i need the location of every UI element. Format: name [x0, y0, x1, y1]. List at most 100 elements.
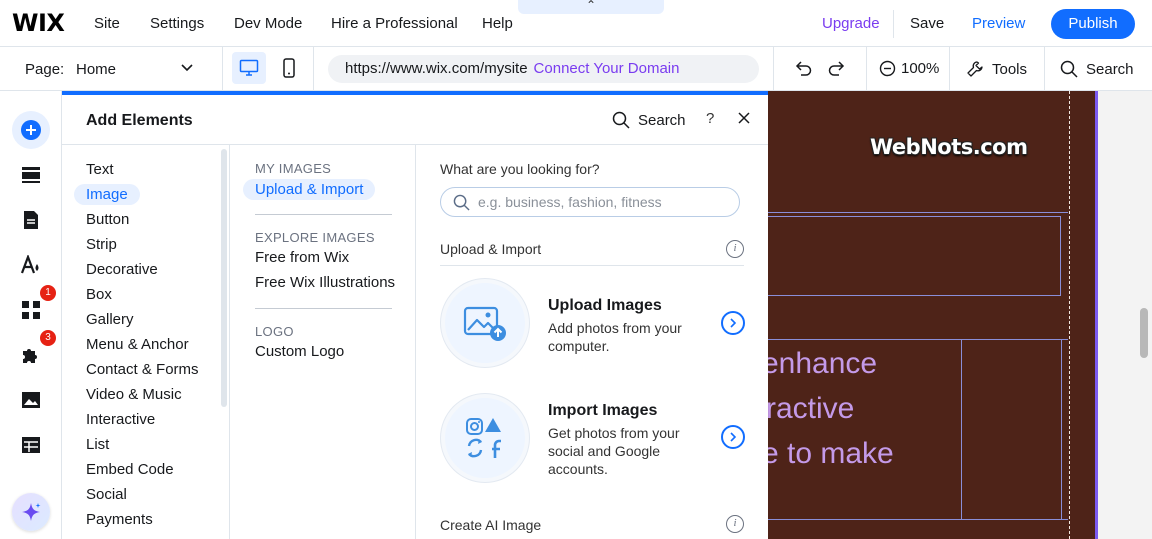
free-wix-illustrations-item[interactable]: Free Wix Illustrations: [255, 274, 395, 291]
table-icon: [22, 437, 40, 453]
image-search-field[interactable]: [440, 187, 740, 217]
menu-dev-mode[interactable]: Dev Mode: [234, 15, 302, 32]
tools-button[interactable]: Tools: [966, 60, 1027, 78]
chevron-right-icon: [730, 432, 737, 442]
import-images-thumbnail[interactable]: [441, 394, 529, 482]
preview-button[interactable]: Preview: [972, 15, 1025, 32]
canvas-text-line[interactable]: e to make: [768, 437, 894, 471]
help-button[interactable]: ?: [706, 110, 714, 127]
upgrade-link[interactable]: Upgrade: [822, 15, 880, 32]
divider: [866, 47, 867, 91]
chevron-right-icon: [730, 318, 737, 328]
tools-label: Tools: [992, 60, 1028, 78]
wix-logo[interactable]: WIX: [12, 9, 65, 37]
category-strip[interactable]: Strip: [86, 236, 117, 253]
canvas-text-line[interactable]: enhance: [768, 347, 877, 381]
category-social[interactable]: Social: [86, 486, 127, 503]
info-icon[interactable]: i: [726, 515, 744, 533]
category-gallery[interactable]: Gallery: [86, 311, 134, 328]
page-scroll-area: [1100, 91, 1152, 539]
menu-help[interactable]: Help: [482, 15, 513, 32]
divider: [255, 214, 392, 215]
upload-images-arrow-button[interactable]: [721, 311, 745, 335]
zoom-level: 100%: [901, 60, 940, 77]
undo-icon[interactable]: [793, 58, 813, 78]
divider: [1044, 47, 1045, 91]
section-outline: [768, 519, 1068, 520]
info-icon[interactable]: i: [726, 240, 744, 258]
category-decorative[interactable]: Decorative: [86, 261, 158, 278]
notification-badge: 3: [40, 330, 56, 346]
canvas-text-line[interactable]: ractive: [768, 392, 854, 426]
grid-guide-line: [1069, 91, 1070, 539]
logo-heading: LOGO: [255, 324, 294, 339]
category-embed-code[interactable]: Embed Code: [86, 461, 174, 478]
image-search-input[interactable]: [478, 194, 718, 210]
custom-logo-item[interactable]: Custom Logo: [255, 343, 344, 360]
site-url-bar[interactable]: https://www.wix.com/mysite Connect Your D…: [328, 55, 759, 83]
redo-icon[interactable]: [827, 58, 847, 78]
element-outline[interactable]: [768, 216, 1061, 296]
category-video-music[interactable]: Video & Music: [86, 386, 182, 403]
category-image[interactable]: Image: [74, 184, 140, 205]
category-payments[interactable]: Payments: [86, 511, 153, 528]
import-images-title[interactable]: Import Images: [548, 402, 657, 420]
save-button[interactable]: Save: [910, 15, 944, 32]
explore-images-heading: EXPLORE IMAGES: [255, 230, 375, 245]
chevron-up-icon: ⌃: [585, 0, 597, 12]
upload-images-thumbnail[interactable]: [441, 279, 529, 367]
menu-settings[interactable]: Settings: [150, 15, 204, 32]
search-button[interactable]: Search: [1060, 60, 1134, 78]
connect-domain-link[interactable]: Connect Your Domain: [534, 60, 680, 77]
upload-image-icon: [463, 306, 506, 341]
search-icon: [453, 194, 470, 211]
upload-import-item[interactable]: Upload & Import: [243, 179, 376, 200]
page-selector[interactable]: Home: [76, 61, 116, 78]
ai-assistant-button[interactable]: [12, 493, 50, 531]
column-outline: [1061, 339, 1062, 519]
upload-images-title[interactable]: Upload Images: [548, 297, 662, 315]
category-text[interactable]: Text: [86, 161, 114, 178]
panel-search-button[interactable]: Search: [612, 111, 686, 129]
zoom-out-icon[interactable]: [879, 60, 896, 77]
pages-menu-button[interactable]: [12, 201, 50, 239]
divider: [255, 308, 392, 309]
menu-hire-professional[interactable]: Hire a Professional: [331, 15, 458, 32]
import-images-arrow-button[interactable]: [721, 425, 745, 449]
media-button[interactable]: [12, 381, 50, 419]
left-toolbar: 1 3: [0, 91, 62, 539]
collapse-toolbar-handle[interactable]: ⌃: [518, 0, 664, 14]
cms-button[interactable]: [12, 426, 50, 464]
puzzle-icon: [23, 349, 37, 363]
category-menu-anchor[interactable]: Menu & Anchor: [86, 336, 189, 353]
publish-button[interactable]: Publish: [1051, 9, 1135, 39]
section-outline: [768, 212, 1068, 213]
category-scrollbar[interactable]: [221, 149, 227, 407]
close-icon[interactable]: [738, 112, 750, 124]
page-scrollbar-thumb[interactable]: [1140, 308, 1148, 358]
mobile-icon: [283, 58, 295, 78]
site-design-button[interactable]: [12, 246, 50, 284]
subcategory-list: MY IMAGES Upload & Import EXPLORE IMAGES…: [230, 145, 416, 539]
category-interactive[interactable]: Interactive: [86, 411, 155, 428]
watermark-logo: WebNots.com: [870, 135, 1028, 159]
mobile-view-button[interactable]: [276, 52, 302, 84]
zoom-control[interactable]: 100%: [879, 60, 939, 77]
site-canvas[interactable]: WebNots.com enhance ractive e to make: [768, 91, 1098, 539]
category-button[interactable]: Button: [86, 211, 129, 228]
menu-site[interactable]: Site: [94, 15, 120, 32]
desktop-view-button[interactable]: [232, 52, 266, 84]
chevron-down-icon[interactable]: [180, 60, 194, 74]
column-outline: [961, 339, 962, 519]
search-icon: [1060, 60, 1078, 78]
free-from-wix-item[interactable]: Free from Wix: [255, 249, 349, 266]
add-section-button[interactable]: [12, 156, 50, 194]
category-contact-forms[interactable]: Contact & Forms: [86, 361, 199, 378]
search-icon: [612, 111, 630, 129]
wrench-icon: [967, 61, 983, 77]
add-elements-button[interactable]: [12, 111, 50, 149]
page-icon: [24, 211, 38, 229]
category-box[interactable]: Box: [86, 286, 112, 303]
upload-import-section-label: Upload & Import: [440, 241, 542, 257]
category-list[interactable]: List: [86, 436, 109, 453]
